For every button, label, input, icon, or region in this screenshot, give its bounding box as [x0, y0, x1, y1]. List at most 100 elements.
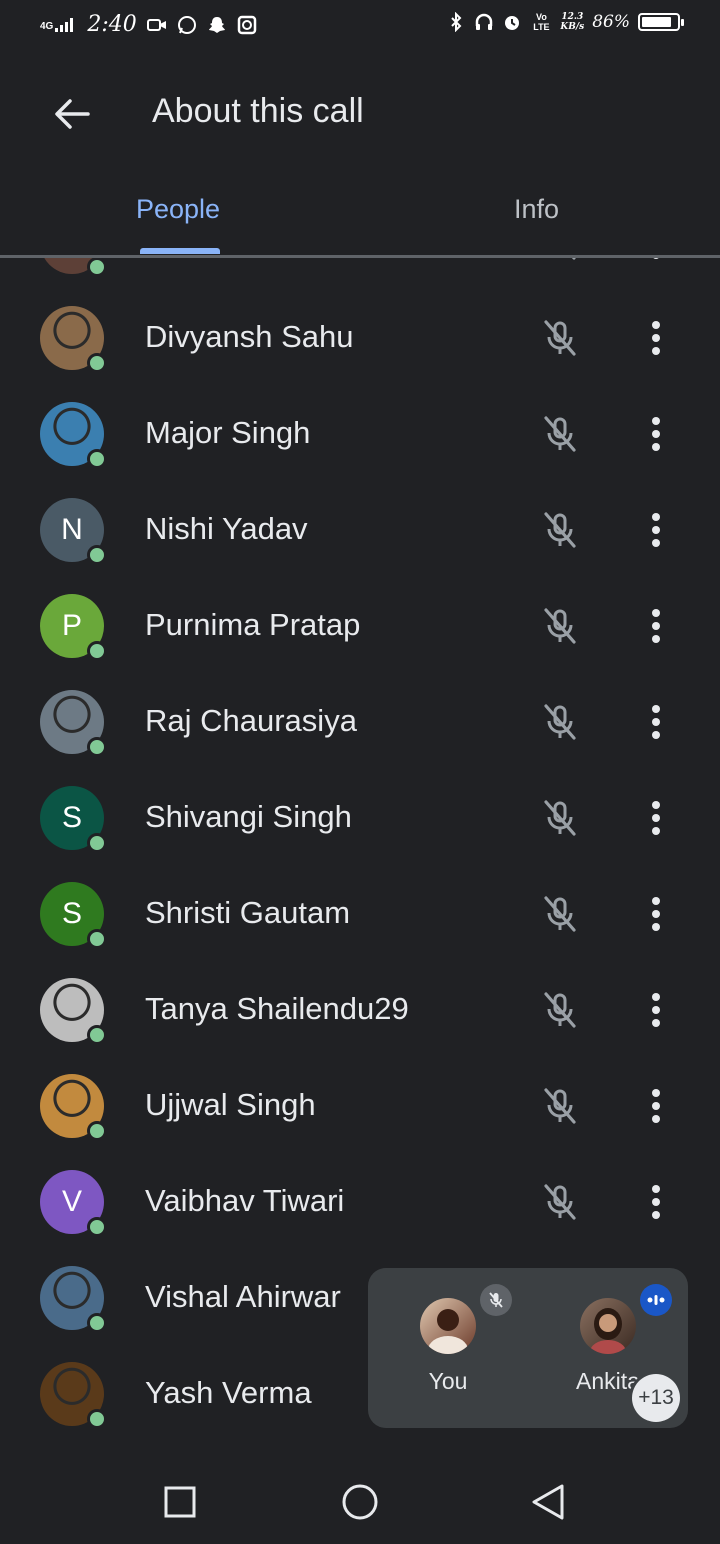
avatar: V — [40, 1170, 107, 1237]
battery-fill — [642, 17, 671, 27]
mic-off-icon — [538, 892, 582, 936]
clock: 2:40 — [87, 12, 137, 37]
recents-button[interactable] — [150, 1478, 210, 1526]
more-vert-icon — [650, 1088, 662, 1124]
speed-unit: KB/s — [560, 22, 585, 32]
avatar: S — [40, 882, 107, 949]
back-nav-button[interactable] — [518, 1478, 578, 1526]
pip-name: You — [428, 1368, 468, 1394]
online-indicator — [87, 1217, 107, 1237]
participant-row[interactable]: Major Singh — [0, 384, 720, 480]
back-button[interactable] — [40, 84, 104, 144]
online-indicator — [87, 929, 107, 949]
participant-row[interactable]: Divyansh Sahu — [0, 288, 720, 384]
participant-row[interactable]: Raj Chaurasiya — [0, 672, 720, 768]
bluetooth-icon — [446, 12, 466, 32]
app-bar: About this call — [0, 70, 720, 158]
online-indicator — [87, 1025, 107, 1045]
tab-people[interactable]: People — [0, 178, 360, 255]
home-button[interactable] — [330, 1478, 390, 1526]
participant-name: Raj Chaurasiya — [145, 703, 357, 738]
online-indicator — [87, 641, 107, 661]
participant-name: Divyansh Sahu — [145, 319, 354, 354]
more-vert-icon — [650, 800, 662, 836]
online-indicator — [87, 1121, 107, 1141]
more-options-button[interactable] — [632, 602, 680, 650]
participant-row[interactable]: V Vaibhav Tiwari — [0, 1152, 720, 1248]
avatar — [40, 1074, 107, 1141]
status-left: 4G 2:40 — [40, 12, 257, 37]
more-vert-icon — [650, 320, 662, 356]
participant-name: Shristi Gautam — [145, 895, 351, 930]
whatsapp-icon — [177, 15, 197, 35]
more-options-button[interactable] — [632, 1178, 680, 1226]
more-options-button[interactable] — [632, 258, 680, 266]
online-indicator — [87, 449, 107, 469]
more-options-button[interactable] — [632, 314, 680, 362]
more-options-button[interactable] — [632, 698, 680, 746]
more-options-button[interactable] — [632, 506, 680, 554]
signal-group: 4G — [40, 17, 77, 32]
call-pip-window[interactable]: You Ankita +13 — [368, 1268, 688, 1428]
status-right: Vo LTE 12.3 KB/s 86% — [446, 12, 684, 32]
participant-row[interactable]: A Abhishek — [0, 258, 720, 288]
more-options-button[interactable] — [632, 986, 680, 1034]
more-options-button[interactable] — [632, 794, 680, 842]
online-indicator — [87, 833, 107, 853]
participant-list-inner: A Abhishek Divyansh Sahu Major Singh N Nishi … — [0, 258, 720, 1440]
more-vert-icon — [650, 258, 662, 260]
more-vert-icon — [650, 416, 662, 452]
network-speed: 12.3 KB/s — [560, 12, 584, 32]
participant-row[interactable]: Tanya Shailendu29 — [0, 960, 720, 1056]
avatar — [580, 1298, 636, 1354]
participant-row[interactable]: N Nishi Yadav — [0, 480, 720, 576]
more-options-button[interactable] — [632, 410, 680, 458]
speed-value: 12.3 — [561, 12, 584, 22]
more-options-button[interactable] — [632, 1082, 680, 1130]
mic-off-icon — [538, 604, 582, 648]
participant-row[interactable]: S Shristi Gautam — [0, 864, 720, 960]
online-indicator — [87, 353, 107, 373]
tab-bar: People Info — [0, 178, 720, 258]
more-vert-icon — [650, 512, 662, 548]
avatar: S — [40, 786, 107, 853]
avatar: N — [40, 498, 107, 565]
more-participants-badge[interactable]: +13 — [632, 1374, 680, 1422]
online-indicator — [87, 1409, 107, 1429]
tab-info[interactable]: Info — [360, 178, 720, 255]
system-nav-bar — [0, 1456, 720, 1544]
mic-off-icon — [538, 258, 582, 264]
participant-row[interactable]: P Purnima Pratap — [0, 576, 720, 672]
avatar — [40, 690, 107, 757]
instagram-icon — [237, 15, 257, 35]
participant-row[interactable]: S Shivangi Singh — [0, 768, 720, 864]
more-vert-icon — [650, 608, 662, 644]
snapchat-icon — [207, 15, 227, 35]
participant-row[interactable]: Ujjwal Singh — [0, 1056, 720, 1152]
speaking-icon — [640, 1284, 672, 1316]
avatar — [420, 1298, 476, 1354]
mic-off-icon — [538, 412, 582, 456]
triangle-back-icon — [532, 1484, 564, 1520]
status-bar: 4G 2:40 Vo LTE 12.3 KB/s 86% — [0, 0, 720, 52]
online-indicator — [87, 1313, 107, 1333]
video-icon — [146, 15, 167, 35]
mic-off-icon — [538, 508, 582, 552]
more-options-button[interactable] — [632, 890, 680, 938]
network-type: 4G — [40, 20, 54, 32]
avatar-initial: P — [61, 609, 82, 642]
more-vert-icon — [650, 704, 662, 740]
participant-name: Tanya Shailendu29 — [145, 991, 409, 1026]
more-vert-icon — [650, 896, 662, 932]
avatar-initial: S — [61, 897, 82, 930]
avatar — [40, 1266, 107, 1333]
more-vert-icon — [650, 992, 662, 1028]
avatar — [40, 306, 107, 373]
online-indicator — [87, 258, 107, 277]
alarm-icon — [502, 12, 522, 32]
avatar: A — [40, 258, 107, 277]
mic-off-icon — [538, 988, 582, 1032]
avatar-photo — [590, 1308, 626, 1354]
active-tab-indicator — [140, 248, 220, 254]
mic-off-icon — [538, 700, 582, 744]
